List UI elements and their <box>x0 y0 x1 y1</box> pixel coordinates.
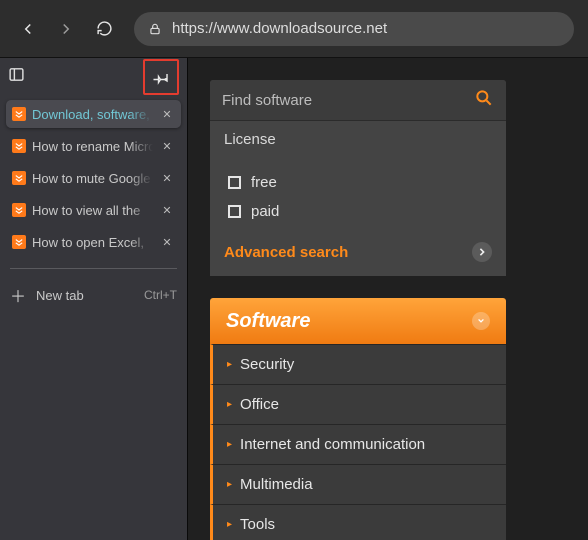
checkbox-icon[interactable] <box>228 205 241 218</box>
forward-button[interactable] <box>52 15 80 43</box>
close-tab-icon[interactable]: ✕ <box>159 138 175 154</box>
category-item[interactable]: ▸ Security <box>210 344 506 384</box>
reload-button[interactable] <box>90 15 118 43</box>
close-tab-icon[interactable]: ✕ <box>159 234 175 250</box>
address-bar-text: https://www.downloadsource.net <box>172 20 387 37</box>
category-item[interactable]: ▸ Office <box>210 384 506 424</box>
lock-icon <box>148 22 162 36</box>
software-panel: Software ▸ Security ▸ Office ▸ Internet … <box>210 298 506 540</box>
site-favicon <box>12 107 26 121</box>
close-tab-icon[interactable]: ✕ <box>159 106 175 122</box>
tab-actions-icon[interactable] <box>8 66 25 88</box>
search-row <box>210 80 506 120</box>
category-label: Multimedia <box>240 476 313 493</box>
site-favicon <box>12 203 26 217</box>
license-heading: License <box>210 120 506 158</box>
bullet-icon: ▸ <box>227 360 232 370</box>
category-item[interactable]: ▸ Multimedia <box>210 464 506 504</box>
license-option-paid[interactable]: paid <box>210 197 506 226</box>
search-panel: License free paid Advanced search <box>210 80 506 276</box>
license-paid-label: paid <box>251 203 279 220</box>
software-header[interactable]: Software <box>210 298 506 344</box>
tab-title: How to rename Microsoft <box>32 139 153 154</box>
search-icon[interactable] <box>474 88 494 113</box>
category-label: Office <box>240 396 279 413</box>
category-item[interactable]: ▸ Tools <box>210 504 506 540</box>
search-input[interactable] <box>222 92 474 109</box>
tab-item[interactable]: Download, software, drivers ✕ <box>6 100 181 128</box>
page-content: License free paid Advanced search Softwa… <box>188 58 588 540</box>
checkbox-icon[interactable] <box>228 176 241 189</box>
tab-list: Download, software, drivers ✕ How to ren… <box>0 96 187 260</box>
divider <box>10 268 177 269</box>
tab-item[interactable]: How to mute Google ✕ <box>6 164 181 192</box>
browser-toolbar: https://www.downloadsource.net <box>0 0 588 58</box>
site-favicon <box>12 235 26 249</box>
address-bar[interactable]: https://www.downloadsource.net <box>134 12 574 46</box>
tab-title: How to mute Google <box>32 171 153 186</box>
bullet-icon: ▸ <box>227 400 232 410</box>
tab-item[interactable]: How to open Excel, ✕ <box>6 228 181 256</box>
license-free-label: free <box>251 174 277 191</box>
close-tab-icon[interactable]: ✕ <box>159 202 175 218</box>
tab-item[interactable]: How to view all the ✕ <box>6 196 181 224</box>
bullet-icon: ▸ <box>227 520 232 530</box>
tab-title: Download, software, drivers <box>32 107 153 122</box>
bullet-icon: ▸ <box>227 480 232 490</box>
new-tab-shortcut: Ctrl+T <box>144 288 177 302</box>
new-tab-button[interactable]: ＋ New tab Ctrl+T <box>0 277 187 313</box>
back-button[interactable] <box>14 15 42 43</box>
bullet-icon: ▸ <box>227 440 232 450</box>
license-option-free[interactable]: free <box>210 168 506 197</box>
site-favicon <box>12 139 26 153</box>
advanced-search-link[interactable]: Advanced search <box>224 244 348 261</box>
category-label: Internet and communication <box>240 436 425 453</box>
chevron-down-icon <box>472 312 490 330</box>
category-label: Security <box>240 356 294 373</box>
new-tab-label: New tab <box>36 288 84 303</box>
software-heading: Software <box>226 310 310 333</box>
close-tab-icon[interactable]: ✕ <box>159 170 175 186</box>
advanced-search-go-icon[interactable] <box>472 242 492 262</box>
vertical-tabs-panel: Download, software, drivers ✕ How to ren… <box>0 58 188 540</box>
category-label: Tools <box>240 516 275 533</box>
pin-tabs-button[interactable] <box>143 59 179 95</box>
site-favicon <box>12 171 26 185</box>
plus-icon: ＋ <box>10 283 26 307</box>
category-item[interactable]: ▸ Internet and communication <box>210 424 506 464</box>
tab-title: How to open Excel, <box>32 235 153 250</box>
tab-title: How to view all the <box>32 203 153 218</box>
tab-item[interactable]: How to rename Microsoft ✕ <box>6 132 181 160</box>
